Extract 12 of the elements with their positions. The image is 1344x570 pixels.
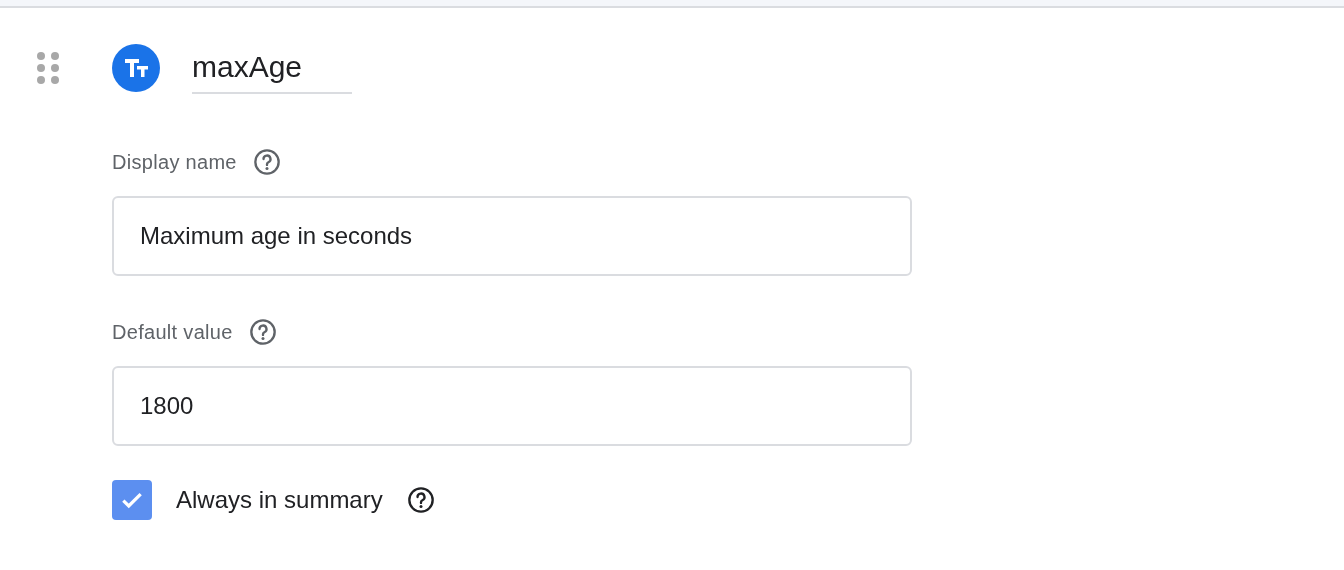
drag-handle-icon[interactable]: [37, 52, 59, 84]
text-type-icon: [112, 44, 160, 92]
field-label: Display name: [112, 150, 237, 174]
checkbox[interactable]: [112, 480, 152, 520]
help-icon[interactable]: [248, 318, 277, 346]
help-icon[interactable]: [406, 486, 435, 514]
field-label: Default value: [112, 320, 233, 344]
checkbox-label: Always in summary: [176, 486, 383, 514]
input-field[interactable]: Maximum age in seconds: [112, 196, 912, 276]
help-icon[interactable]: [252, 148, 281, 176]
parameter-name-field[interactable]: maxAge: [192, 50, 352, 94]
input-field[interactable]: 1800: [112, 366, 912, 446]
